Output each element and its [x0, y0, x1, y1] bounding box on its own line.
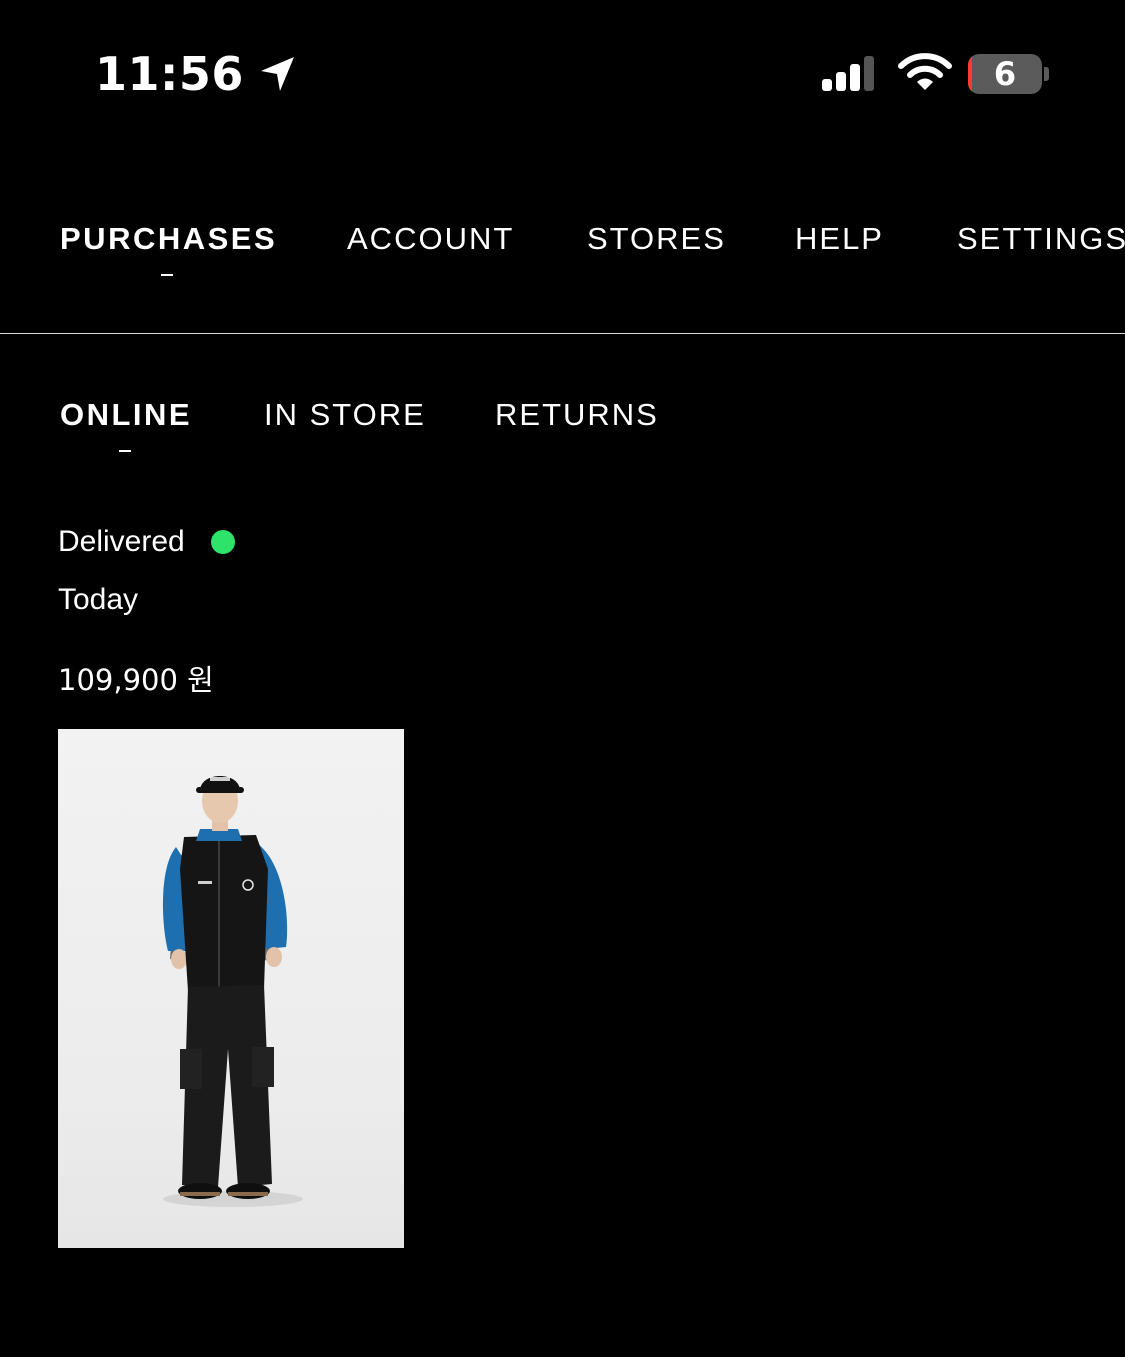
- subtab-in-store[interactable]: IN STORE: [264, 394, 426, 436]
- subtab-returns[interactable]: RETURNS: [495, 394, 659, 436]
- tab-account[interactable]: ACCOUNT: [347, 218, 514, 260]
- battery-icon: 6: [968, 54, 1050, 94]
- tab-help[interactable]: HELP: [795, 218, 884, 260]
- order-summary[interactable]: Delivered Today 109,900 원: [58, 520, 658, 702]
- battery-tip: [1044, 67, 1049, 81]
- order-price: 109,900 원: [58, 663, 214, 697]
- tab-purchases[interactable]: PURCHASES: [60, 218, 277, 260]
- status-time: 11:56: [95, 47, 244, 101]
- status-dot-icon: [210, 530, 235, 554]
- cellular-signal-icon: [820, 55, 880, 91]
- model-illustration: [162, 776, 303, 1207]
- sub-tabs: ONLINE IN STORE RETURNS: [0, 394, 1125, 464]
- order-status-row: Delivered: [58, 520, 658, 564]
- main-tabs: PURCHASES ACCOUNT STORES HELP SETTINGS: [0, 218, 1125, 298]
- tabs-divider: [0, 333, 1125, 334]
- battery-body: 6: [968, 54, 1042, 94]
- time-group: 11:56: [95, 46, 298, 102]
- tab-settings[interactable]: SETTINGS: [957, 218, 1125, 260]
- location-arrow-icon: [258, 54, 298, 94]
- order-date: Today: [58, 583, 139, 616]
- order-status: Delivered: [58, 525, 185, 558]
- active-tab-indicator: [161, 274, 173, 276]
- battery-level: 6: [993, 55, 1017, 93]
- wifi-icon: [898, 52, 952, 92]
- product-image[interactable]: [58, 729, 404, 1248]
- status-bar: 11:56 6: [0, 0, 1125, 150]
- active-subtab-indicator: [119, 450, 131, 452]
- subtab-online[interactable]: ONLINE: [60, 394, 192, 436]
- tab-stores[interactable]: STORES: [587, 218, 726, 260]
